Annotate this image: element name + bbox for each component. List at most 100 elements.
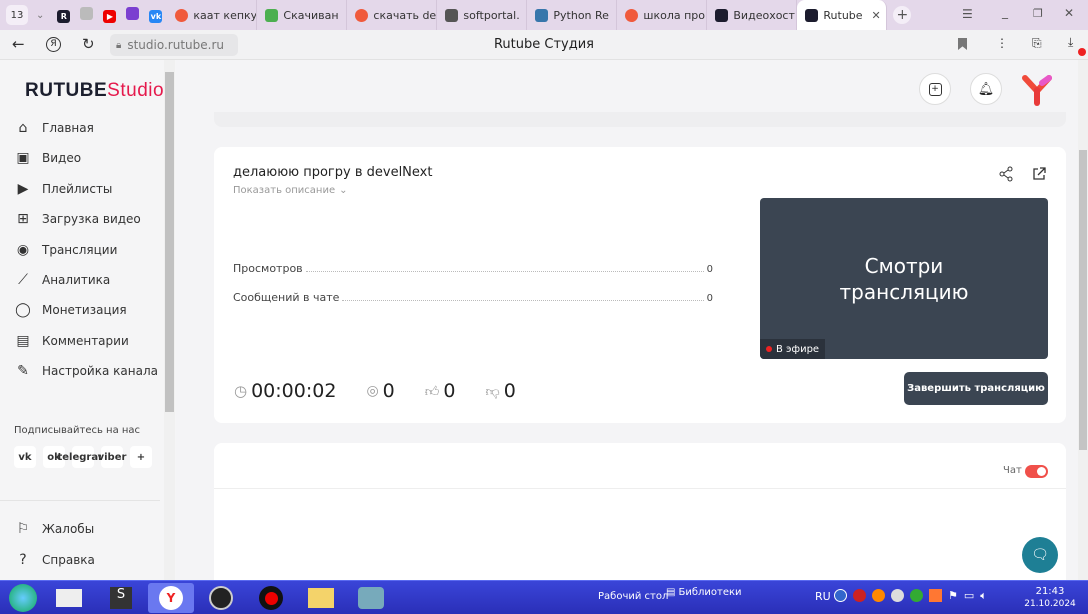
language-indicator[interactable]: RU xyxy=(815,590,831,603)
taskbar-app-obs[interactable] xyxy=(198,583,244,613)
chat-toggle[interactable] xyxy=(1025,465,1048,478)
taskbar-app-develnext[interactable] xyxy=(348,583,394,613)
tray-app-icon[interactable] xyxy=(853,589,866,602)
back-icon[interactable]: ← xyxy=(12,35,25,53)
url-field[interactable]: 🔒︎ studio.rutube.ru xyxy=(110,34,238,56)
sidebar-item-label: Главная xyxy=(42,121,94,135)
sidebar-item[interactable]: ◉ Трансляции xyxy=(14,238,164,262)
browser-tab[interactable]: Rutube ✕ xyxy=(797,0,888,30)
sidebar-item[interactable]: ▶ Плейлисты xyxy=(14,177,164,201)
browser-tab-bar: 13 ⌄ R ▶ vk каат кепку Скачиван скачать de… xyxy=(0,0,1088,30)
collections-icon[interactable]: ⎘ xyxy=(1032,36,1042,51)
chevron-down-icon[interactable]: ⌄ xyxy=(36,10,44,21)
viewers-metric: ◎ 0 xyxy=(366,380,394,402)
sidebar-item[interactable]: ⌂ Главная xyxy=(14,116,164,140)
network-icon[interactable]: ▭ xyxy=(964,589,974,603)
stat-value: 0 xyxy=(706,293,713,304)
broadcast-icon: ◉ xyxy=(16,241,30,258)
pinned-tab-vk[interactable]: vk xyxy=(144,8,167,23)
pinned-tab-1[interactable] xyxy=(75,7,98,23)
pinned-tab-youtube[interactable]: ▶ xyxy=(98,8,121,23)
browser-tab[interactable]: Видеохост xyxy=(707,0,798,30)
sidebar-item[interactable]: ⚐ Жалобы xyxy=(14,517,164,541)
top-card-edge xyxy=(214,112,1066,127)
sidebar-item[interactable]: ✎ Настройка канала xyxy=(14,359,164,383)
restore-button[interactable]: ❐ xyxy=(1033,7,1043,20)
menu-icon[interactable]: ☰ xyxy=(962,7,973,21)
tray-app-icon[interactable] xyxy=(891,589,904,602)
share-icon[interactable] xyxy=(998,166,1014,186)
taskbar-app-yandex[interactable]: Y xyxy=(148,583,194,613)
browser-tab[interactable]: каат кепку xyxy=(167,0,258,30)
sidebar-item[interactable]: ⟋ Аналитика xyxy=(14,268,164,292)
flag-tray-icon[interactable]: ⚑ xyxy=(948,589,958,603)
tab-label: школа про xyxy=(643,8,706,22)
desktop-toolbar[interactable]: Рабочий стол xyxy=(598,591,668,602)
sidebar-item-label: Трансляции xyxy=(42,242,118,257)
close-window-button[interactable]: ✕ xyxy=(1064,6,1074,20)
close-tab-icon[interactable]: ✕ xyxy=(872,9,881,22)
taskbar-app-paint[interactable] xyxy=(46,583,92,613)
libraries-toolbar[interactable]: ▤ Библиотеки xyxy=(666,587,742,598)
new-tab-button[interactable]: + xyxy=(893,6,912,24)
minimize-button[interactable]: _ xyxy=(1002,5,1008,19)
sidebar-item[interactable]: ◯ Монетизация xyxy=(14,298,164,322)
live-badge: В эфире xyxy=(760,339,826,359)
develnext-icon xyxy=(358,587,384,609)
pinned-tab-rutube[interactable]: R xyxy=(52,8,75,23)
rutube-studio-logo[interactable]: RUTUBEStudio xyxy=(25,80,164,102)
more-icon[interactable]: ⋮ xyxy=(996,36,1008,50)
tab-label: Rutube xyxy=(823,8,863,22)
tray-app-icon[interactable] xyxy=(929,589,942,602)
taskbar-app-record[interactable] xyxy=(248,583,294,613)
help-chat-icon: 🗨︎ xyxy=(1031,547,1049,563)
social-viber-button[interactable]: viber xyxy=(98,446,126,468)
yandex-icon[interactable]: Я xyxy=(46,37,61,52)
windows-logo-icon xyxy=(9,584,37,612)
social-more-button[interactable]: + xyxy=(130,446,152,468)
pinned-tab-game[interactable] xyxy=(121,7,144,23)
show-description-toggle[interactable]: Показать описание ⌄ xyxy=(233,185,348,196)
thumbs-down-icon: 👎︎ xyxy=(485,383,500,400)
social-telegram-button[interactable]: telegram xyxy=(57,446,109,468)
reload-icon[interactable]: ↻ xyxy=(82,35,95,53)
bookmark-icon[interactable] xyxy=(958,38,967,50)
sidebar-item[interactable]: ▣ Видео xyxy=(14,146,164,170)
chevron-down-icon: ⌄ xyxy=(339,185,348,196)
duration-metric: ◷ 00:00:02 xyxy=(234,380,336,402)
taskbar-app-explorer[interactable] xyxy=(298,583,344,613)
support-chat-button[interactable]: 🗨︎ xyxy=(1022,537,1058,573)
sidebar-item[interactable]: ▤ Комментарии xyxy=(14,329,164,353)
end-stream-button[interactable]: Завершить трансляцию xyxy=(904,372,1048,405)
stream-preview[interactable]: Смотри трансляцию В эфире xyxy=(760,198,1048,359)
sidebar-item[interactable]: ⊞ Загрузка видео xyxy=(14,207,164,231)
open-external-icon[interactable] xyxy=(1031,166,1047,185)
downloads-icon[interactable]: ⤓ xyxy=(1068,35,1073,50)
clock[interactable]: 21:43 21.10.2024 xyxy=(1022,585,1078,611)
tray-app-icon[interactable] xyxy=(872,589,885,602)
libraries-label: Библиотеки xyxy=(678,587,742,598)
social-vk-button[interactable]: vk xyxy=(14,446,36,468)
help-tray-icon[interactable] xyxy=(834,589,847,602)
tab-count[interactable]: 13 xyxy=(6,5,28,25)
avatar[interactable] xyxy=(1020,72,1054,106)
url-text: studio.rutube.ru xyxy=(127,38,224,52)
start-button[interactable] xyxy=(0,583,46,613)
record-icon xyxy=(259,586,283,610)
browser-tab[interactable]: Python Re xyxy=(527,0,618,30)
browser-tab[interactable]: Скачиван xyxy=(257,0,348,30)
sidebar-scrollbar-thumb[interactable] xyxy=(165,72,174,412)
taskbar-app-s[interactable]: S xyxy=(98,583,144,613)
sidebar-item[interactable]: ? Справка xyxy=(14,548,164,572)
browser-tab[interactable]: школа про xyxy=(617,0,708,30)
browser-tab[interactable]: скачать de xyxy=(347,0,438,30)
divider xyxy=(0,500,160,501)
browser-tab[interactable]: softportal. xyxy=(437,0,528,30)
volume-icon[interactable]: 🔈︎ xyxy=(980,589,987,603)
create-button[interactable]: + xyxy=(919,73,951,105)
page-scrollbar-thumb[interactable] xyxy=(1079,150,1087,450)
notifications-button[interactable]: 🔔︎ xyxy=(970,73,1002,105)
utorrent-icon[interactable] xyxy=(910,589,923,602)
page-icon xyxy=(445,8,459,22)
preview-text: трансляцию xyxy=(839,280,969,304)
